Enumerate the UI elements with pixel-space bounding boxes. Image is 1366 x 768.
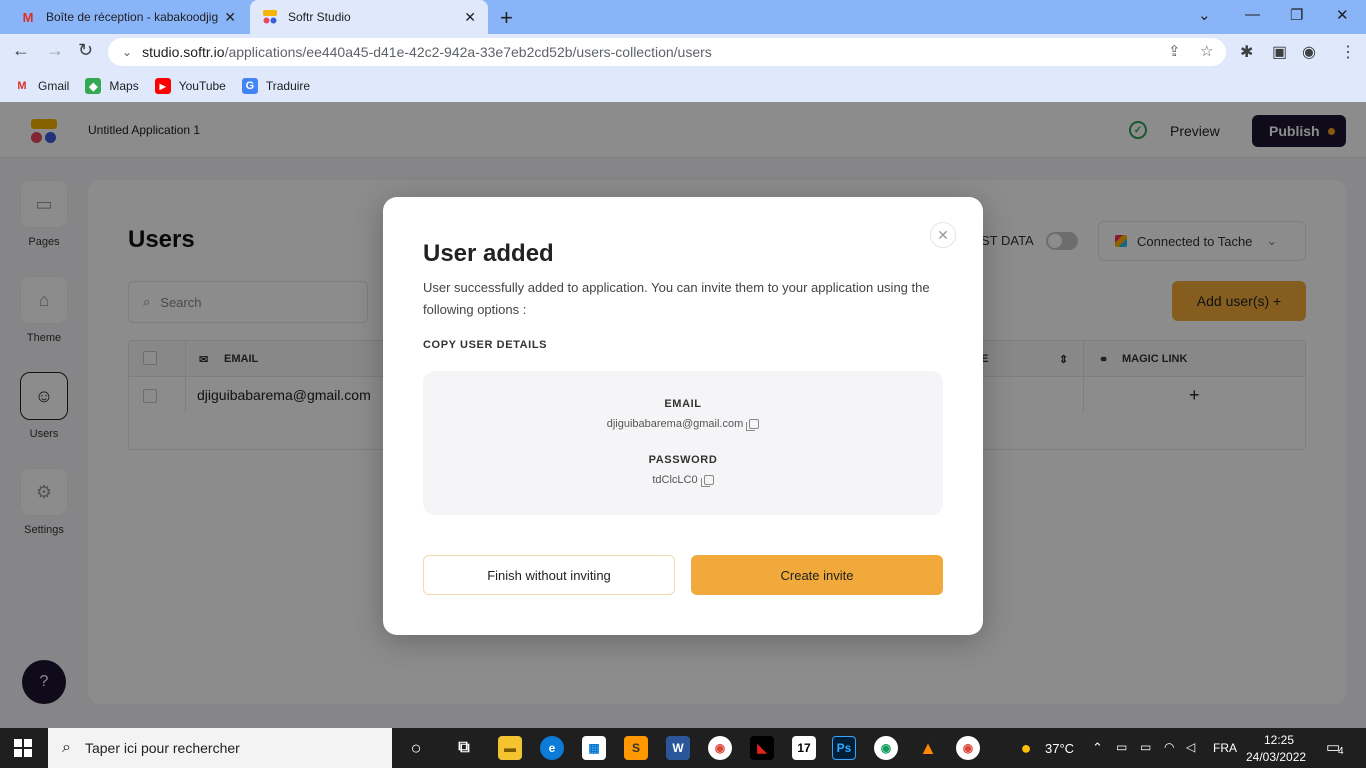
- bookmark-label: YouTube: [178, 79, 226, 93]
- chevron-up-icon[interactable]: ⌃: [1092, 740, 1103, 756]
- tradingview-icon[interactable]: 17: [792, 736, 816, 760]
- bookmarks-bar: M Gmail ◆ Maps ▶ YouTube G Traduire: [0, 70, 1366, 102]
- email-value-row: djiguibabarema@gmail.com: [423, 418, 943, 431]
- modal-subheading: COPY USER DETAILS: [423, 339, 548, 351]
- create-invite-button[interactable]: Create invite: [691, 555, 943, 595]
- password-label: PASSWORD: [648, 454, 718, 466]
- meet-now-icon[interactable]: ▭: [1116, 740, 1127, 754]
- tab-softr-studio[interactable]: Softr Studio ✕: [250, 0, 488, 34]
- invite-label: Create invite: [780, 567, 854, 583]
- windows-start-icon[interactable]: [14, 739, 32, 757]
- bookmark-maps[interactable]: ◆ Maps: [85, 78, 139, 94]
- modal-title: User added: [423, 240, 554, 267]
- share-icon[interactable]: ⇪: [1168, 42, 1181, 60]
- weather-temperature[interactable]: 37°C: [1045, 741, 1074, 756]
- modal-description: User successfully added to application. …: [423, 280, 930, 317]
- clock-time[interactable]: 12:25: [1264, 733, 1294, 747]
- minimize-icon[interactable]: —: [1245, 6, 1260, 23]
- browser-tab-bar: M Boîte de réception - kabakoodjig ✕ Sof…: [0, 0, 1366, 34]
- user-details-card: EMAIL djiguibabarema@gmail.com PASSWORD …: [423, 371, 943, 515]
- clock-date[interactable]: 24/03/2022: [1246, 750, 1306, 764]
- email-label: EMAIL: [664, 398, 702, 410]
- menu-kebab-icon[interactable]: ⋮: [1340, 42, 1356, 62]
- app-icon[interactable]: ◣: [750, 736, 774, 760]
- chrome-icon[interactable]: ◉: [708, 736, 732, 760]
- copy-icon[interactable]: [700, 475, 714, 487]
- store-icon[interactable]: ▦: [582, 736, 606, 760]
- notification-count: 4: [1338, 746, 1344, 757]
- vlc-icon[interactable]: ▲: [916, 736, 940, 760]
- profile-avatar-icon[interactable]: ◉: [1302, 42, 1316, 62]
- extensions-icon[interactable]: ✱: [1240, 42, 1253, 62]
- taskbar-search-input[interactable]: ⌕ Taper ici pour rechercher: [48, 728, 392, 768]
- taskbar-search-placeholder: Taper ici pour rechercher: [84, 740, 240, 756]
- bookmark-star-icon[interactable]: ☆: [1200, 42, 1213, 60]
- tab-gmail[interactable]: M Boîte de réception - kabakoodjig ✕: [8, 0, 248, 34]
- forward-icon[interactable]: →: [46, 40, 64, 61]
- gmail-icon: M: [17, 80, 27, 92]
- chrome-active-icon[interactable]: ◉: [956, 736, 980, 760]
- word-icon[interactable]: W: [666, 736, 690, 760]
- back-icon[interactable]: ←: [12, 40, 30, 61]
- url-path: /applications/ee440a45-d41e-42c2-942a-33…: [224, 44, 712, 60]
- side-panel-icon[interactable]: ▣: [1272, 42, 1287, 62]
- language-indicator[interactable]: FRA: [1213, 741, 1237, 755]
- bookmark-youtube[interactable]: ▶ YouTube: [154, 78, 226, 94]
- maps-icon: ◆: [85, 78, 102, 94]
- bookmark-gmail[interactable]: M Gmail: [14, 78, 69, 94]
- user-added-modal: ✕ User added User successfully added to …: [383, 197, 983, 635]
- youtube-icon: ▶: [154, 78, 171, 94]
- windows-taskbar: ⌕ Taper ici pour rechercher ○ ⧉ ▬ e ▦ S …: [0, 728, 1366, 768]
- window-close-icon[interactable]: ✕: [1336, 6, 1349, 24]
- address-bar[interactable]: ⌄ studio.softr.io/applications/ee440a45-…: [108, 38, 1226, 66]
- battery-icon[interactable]: ▭: [1140, 740, 1151, 754]
- site-info-icon[interactable]: ⌄: [122, 45, 132, 59]
- close-icon[interactable]: ✕: [224, 9, 236, 26]
- translate-icon: G: [241, 78, 258, 94]
- sublime-text-icon[interactable]: S: [624, 736, 648, 760]
- bookmark-traduire[interactable]: G Traduire: [241, 78, 311, 94]
- photoshop-icon[interactable]: Ps: [832, 736, 856, 760]
- chrome-profile-icon[interactable]: ◉: [874, 736, 898, 760]
- reload-icon[interactable]: ↻: [78, 40, 93, 61]
- gmail-icon: M: [22, 9, 34, 25]
- tab-title: Boîte de réception - kabakoodjig: [46, 10, 219, 24]
- file-explorer-icon[interactable]: ▬: [498, 736, 522, 760]
- task-view-icon[interactable]: ⧉: [452, 736, 476, 760]
- cortana-icon[interactable]: ○: [404, 736, 428, 760]
- weather-sun-icon[interactable]: ●: [1014, 736, 1038, 760]
- bookmark-label: Traduire: [265, 79, 311, 93]
- close-icon[interactable]: ✕: [930, 222, 956, 248]
- password-value: tdClcLC0: [652, 474, 698, 486]
- search-icon: ⌕: [62, 739, 71, 756]
- finish-without-inviting-button[interactable]: Finish without inviting: [423, 555, 675, 595]
- finish-label: Finish without inviting: [487, 567, 611, 583]
- bookmark-label: Maps: [109, 79, 139, 93]
- new-tab-button[interactable]: +: [500, 5, 513, 31]
- edge-icon[interactable]: e: [540, 736, 564, 760]
- wifi-icon[interactable]: ◠: [1164, 740, 1174, 754]
- maximize-icon[interactable]: ❐: [1290, 6, 1303, 24]
- email-value: djiguibabarema@gmail.com: [606, 418, 744, 430]
- volume-icon[interactable]: ◁: [1186, 740, 1195, 754]
- close-icon[interactable]: ✕: [464, 9, 476, 26]
- password-value-row: tdClcLC0: [423, 474, 943, 487]
- url-host: studio.softr.io: [142, 44, 225, 60]
- copy-icon[interactable]: [746, 419, 760, 431]
- bookmark-label: Gmail: [38, 79, 70, 93]
- softr-icon: [262, 9, 278, 25]
- tab-search-icon[interactable]: ⌄: [1198, 6, 1211, 24]
- browser-toolbar: ← → ↻ ⌄ studio.softr.io/applications/ee4…: [0, 34, 1366, 70]
- tab-title: Softr Studio: [288, 10, 351, 24]
